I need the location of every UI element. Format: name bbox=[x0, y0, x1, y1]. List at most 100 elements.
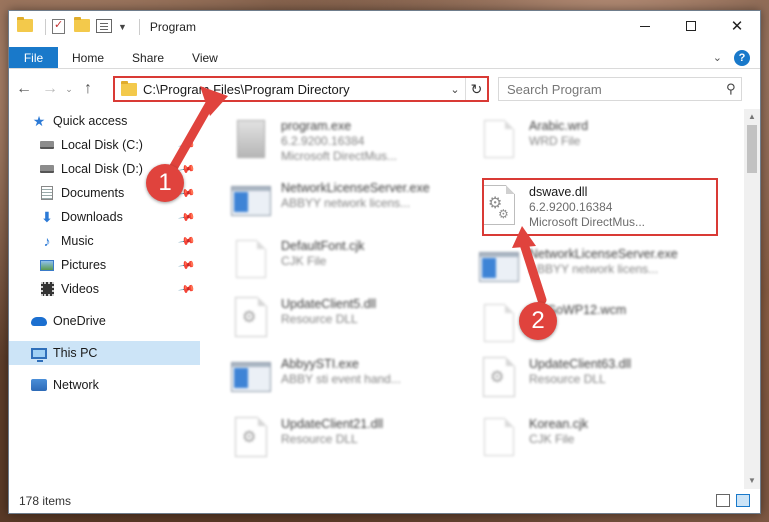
file-item[interactable]: NetworkLicenseServer.exe ABBYY network li… bbox=[477, 243, 717, 299]
up-button[interactable]: ↑ bbox=[75, 80, 101, 98]
folder-icon[interactable] bbox=[17, 17, 33, 35]
minimize-icon bbox=[640, 25, 650, 27]
help-icon[interactable]: ? bbox=[734, 49, 750, 66]
sidebar-item-quick-access[interactable]: ★ Quick access bbox=[9, 109, 200, 133]
tab-home[interactable]: Home bbox=[58, 47, 118, 68]
sidebar-item-label: Network bbox=[53, 378, 99, 392]
cloud-icon bbox=[31, 314, 47, 328]
file-item[interactable]: Arabic.wrd WRD File bbox=[477, 115, 717, 171]
sidebar-item-videos[interactable]: Videos 📌 bbox=[9, 277, 200, 301]
item-count: 178 items bbox=[19, 494, 72, 508]
pin-icon[interactable]: 📌 bbox=[178, 256, 197, 275]
properties-icon[interactable] bbox=[52, 18, 68, 35]
refresh-icon: ↻ bbox=[470, 80, 483, 97]
file-icon bbox=[477, 299, 521, 347]
search-icon[interactable]: ⚲ bbox=[721, 81, 741, 97]
tab-view[interactable]: View bbox=[178, 47, 232, 68]
file-icon bbox=[229, 235, 273, 283]
tiles-view-icon[interactable] bbox=[736, 494, 750, 507]
file-item[interactable]: AbbyySTI.exe ABBY sti event hand... bbox=[229, 353, 469, 409]
sidebar-item-onedrive[interactable]: OneDrive bbox=[9, 309, 200, 333]
scroll-up-icon[interactable]: ▲ bbox=[744, 109, 760, 125]
file-list: program.exe 6.2.9200.16384 Microsoft Direc… bbox=[209, 109, 737, 489]
dll-icon: ⚙ bbox=[229, 413, 273, 461]
sidebar-item-local-disk-c[interactable]: Local Disk (C:) 📌 bbox=[9, 133, 200, 157]
scrollbar-thumb[interactable] bbox=[747, 125, 757, 173]
sidebar-item-music[interactable]: ♪ Music 📌 bbox=[9, 229, 200, 253]
folder-icon bbox=[121, 80, 137, 96]
file-item[interactable]: ⚙ UpdateClient21.dll Resource DLL bbox=[229, 413, 469, 469]
sidebar-item-label: Documents bbox=[61, 186, 125, 200]
window-controls: ✕ bbox=[622, 11, 760, 41]
ribbon-tabs: File Home Share View ⌄ ? bbox=[9, 47, 760, 69]
sidebar-item-label: Videos bbox=[61, 282, 99, 296]
status-bar: 178 items bbox=[9, 489, 760, 513]
tab-file[interactable]: File bbox=[9, 47, 58, 68]
details-view-icon[interactable] bbox=[716, 494, 730, 507]
address-path[interactable]: C:\Program Files\Program Directory bbox=[143, 82, 445, 97]
search-box[interactable]: Search Program ⚲ bbox=[498, 77, 742, 101]
new-folder-icon[interactable] bbox=[74, 17, 90, 35]
application-icon bbox=[229, 177, 273, 225]
sidebar-item-label: OneDrive bbox=[53, 314, 106, 328]
dswave-highlight-box bbox=[482, 178, 718, 236]
refresh-button[interactable]: ↻ bbox=[465, 78, 487, 100]
minimize-button[interactable] bbox=[622, 11, 668, 41]
pictures-icon bbox=[39, 258, 55, 272]
pin-icon[interactable]: 📌 bbox=[178, 280, 197, 299]
sidebar-item-label: Pictures bbox=[61, 258, 107, 272]
pin-icon[interactable]: 📌 bbox=[178, 136, 197, 155]
sidebar-item-downloads[interactable]: ⬇ Downloads 📌 bbox=[9, 205, 200, 229]
quick-access-toolbar: ▼ bbox=[17, 17, 146, 35]
navigation-bar: ← → ⌄ ↑ C:\Program Files\Program Directo… bbox=[9, 74, 760, 104]
documents-icon bbox=[39, 186, 55, 200]
back-button[interactable]: ← bbox=[11, 80, 37, 98]
chevron-down-icon[interactable]: ⌄ bbox=[445, 83, 465, 96]
download-icon: ⬇ bbox=[41, 208, 53, 225]
file-item[interactable]: program.exe 6.2.9200.16384 Microsoft Direc… bbox=[229, 115, 469, 171]
view-icon[interactable] bbox=[96, 19, 112, 35]
expand-ribbon-icon[interactable]: ⌄ bbox=[713, 51, 722, 64]
search-input[interactable]: Search Program bbox=[507, 82, 721, 97]
close-icon: ✕ bbox=[730, 18, 744, 35]
sidebar-item-label: Music bbox=[61, 234, 94, 248]
pin-icon[interactable]: 📌 bbox=[178, 232, 197, 251]
forward-button[interactable]: → bbox=[37, 80, 63, 98]
close-button[interactable]: ✕ bbox=[714, 11, 760, 41]
star-icon: ★ bbox=[32, 112, 46, 129]
pin-icon[interactable]: 📌 bbox=[178, 208, 197, 227]
music-icon: ♪ bbox=[43, 233, 51, 249]
application-icon bbox=[477, 243, 521, 291]
step-1-badge: 1 bbox=[146, 164, 184, 202]
sidebar-item-pictures[interactable]: Pictures 📌 bbox=[9, 253, 200, 277]
sidebar-item-label: Quick access bbox=[53, 114, 128, 128]
exe-icon bbox=[229, 115, 273, 163]
tab-share[interactable]: Share bbox=[118, 47, 178, 68]
address-bar[interactable]: C:\Program Files\Program Directory ⌄ ↻ bbox=[113, 76, 489, 102]
file-item[interactable]: ⚙ UpdateClient63.dll Resource DLL bbox=[477, 353, 717, 409]
dll-icon: ⚙ bbox=[477, 353, 521, 401]
toolbar-divider bbox=[138, 19, 140, 35]
sidebar-item-network[interactable]: Network bbox=[9, 373, 200, 397]
scroll-down-icon[interactable]: ▼ bbox=[744, 473, 760, 489]
ribbon-right: ⌄ ? bbox=[713, 47, 760, 68]
file-explorer-window: ▼ Program ✕ File Home Share View ⌄ ? ← →… bbox=[8, 10, 761, 514]
application-icon bbox=[229, 353, 273, 401]
computer-icon bbox=[31, 346, 47, 362]
file-item[interactable]: SMSoWP12.wcmFile bbox=[477, 299, 717, 355]
file-item[interactable]: ⚙ UpdateClient5.dll Resource DLL bbox=[229, 293, 469, 349]
vertical-scrollbar[interactable]: ▲ ▼ bbox=[744, 109, 760, 489]
file-item[interactable]: DefaultFont.cjk CJK File bbox=[229, 235, 469, 291]
file-item[interactable]: NetworkLicenseServer.exe ABBYY network li… bbox=[229, 177, 469, 233]
file-icon bbox=[477, 413, 521, 461]
maximize-button[interactable] bbox=[668, 11, 714, 41]
chevron-down-icon[interactable]: ▼ bbox=[118, 22, 127, 32]
view-toggles bbox=[710, 494, 750, 507]
sidebar-item-label: This PC bbox=[53, 346, 98, 360]
sidebar-item-label: Local Disk (D:) bbox=[61, 162, 143, 176]
recent-locations-button[interactable]: ⌄ bbox=[63, 84, 75, 95]
sidebar-item-this-pc[interactable]: This PC bbox=[9, 341, 200, 365]
network-icon bbox=[31, 378, 47, 392]
toolbar-divider bbox=[45, 19, 46, 35]
file-item[interactable]: Korean.cjk CJK File bbox=[477, 413, 717, 469]
